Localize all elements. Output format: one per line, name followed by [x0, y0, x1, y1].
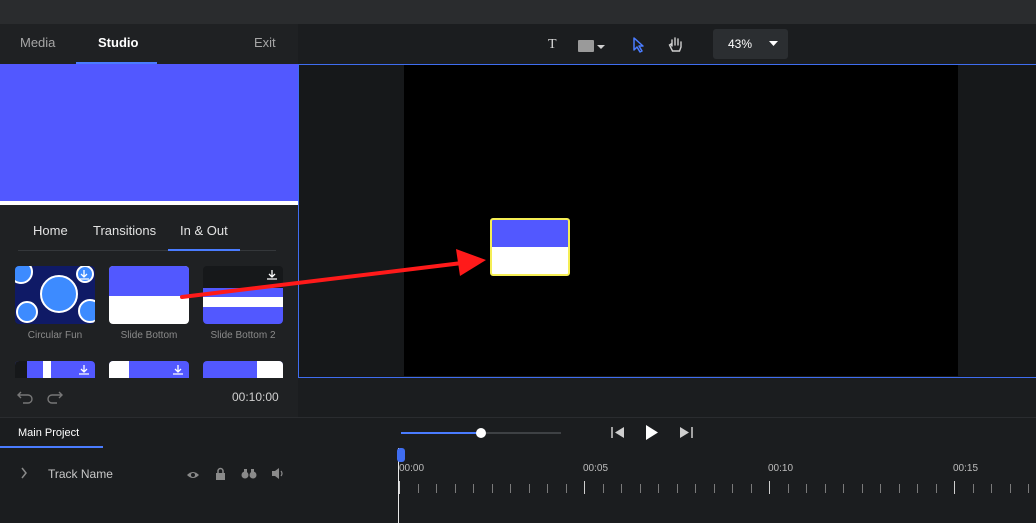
timeline-tick — [399, 481, 400, 494]
duration-readout: 00:10:00 — [232, 390, 279, 404]
playhead-handle[interactable] — [397, 448, 405, 462]
preset-label: Circular Fun — [27, 330, 83, 341]
timeline-tick — [732, 484, 733, 493]
timeline-tick — [640, 484, 641, 493]
preset-preview — [0, 64, 298, 201]
timeline-ruler[interactable] — [398, 452, 1036, 523]
tab-main-project[interactable]: Main Project — [18, 427, 79, 439]
undo-icon[interactable] — [16, 388, 34, 404]
timeline-tick — [1010, 484, 1011, 493]
select-pointer-icon[interactable] — [632, 37, 646, 53]
exit-button[interactable]: Exit — [254, 35, 276, 50]
preset-item[interactable] — [15, 361, 95, 378]
preset-label: Slide Bottom — [120, 330, 178, 341]
timeline-tick — [899, 484, 900, 493]
preset-label: Slide Bottom 2 — [210, 330, 276, 341]
download-icon[interactable] — [77, 268, 91, 282]
zoom-value: 43% — [728, 37, 753, 51]
timeline-tick — [418, 484, 419, 493]
preset-item[interactable] — [203, 361, 283, 378]
binoculars-icon[interactable] — [241, 468, 257, 479]
tab-media[interactable]: Media — [20, 35, 55, 50]
caret-down-icon — [597, 45, 605, 49]
time-marker: 00:10 — [768, 463, 794, 474]
preset-circular-fun[interactable] — [15, 266, 95, 324]
timeline-tick — [751, 484, 752, 493]
rectangle-icon — [578, 40, 594, 52]
track-name[interactable]: Track Name — [48, 467, 113, 481]
timeline-tick — [584, 481, 585, 494]
subtab-active-indicator — [168, 249, 240, 251]
timeline-tick — [954, 481, 955, 494]
timeline-tick — [455, 484, 456, 493]
eye-icon[interactable] — [186, 470, 200, 480]
timeline-tick — [695, 484, 696, 493]
timeline-tick — [492, 484, 493, 493]
window-top-strip — [0, 0, 1036, 24]
subtab-in-out[interactable]: In & Out — [180, 223, 228, 238]
tab-studio[interactable]: Studio — [98, 35, 138, 50]
subtab-home[interactable]: Home — [33, 223, 68, 238]
timeline-tick — [529, 484, 530, 493]
lock-icon[interactable] — [215, 467, 226, 480]
preset-slide-bottom-2[interactable] — [203, 266, 283, 324]
timeline-tick — [510, 484, 511, 493]
timeline-tick — [843, 484, 844, 493]
download-icon[interactable] — [171, 363, 185, 377]
timeline-tick — [917, 484, 918, 493]
layer-top-band — [492, 220, 568, 247]
timeline-tick — [436, 484, 437, 493]
timeline-tick — [473, 484, 474, 493]
subtab-transitions[interactable]: Transitions — [93, 223, 156, 238]
time-marker: 00:00 — [399, 463, 425, 474]
skip-back-icon[interactable] — [611, 426, 625, 439]
canvas-toolbar — [298, 24, 1036, 64]
timeline-tick — [806, 484, 807, 493]
time-marker: 00:15 — [953, 463, 979, 474]
chevron-down-icon — [769, 41, 778, 46]
panel-divider — [0, 417, 1036, 418]
download-icon[interactable] — [265, 268, 279, 282]
timeline-tick — [714, 484, 715, 493]
timeline-tick — [603, 484, 604, 493]
timeline-tick — [769, 481, 770, 494]
redo-icon[interactable] — [46, 388, 64, 404]
timeline-tick — [658, 484, 659, 493]
timeline-tick — [677, 484, 678, 493]
time-marker: 00:05 — [583, 463, 609, 474]
timeline-tick — [547, 484, 548, 493]
play-icon[interactable] — [645, 424, 659, 441]
download-icon[interactable] — [77, 363, 91, 377]
skip-forward-icon[interactable] — [679, 426, 693, 439]
timeline-tick — [566, 484, 567, 493]
timeline-tick — [936, 484, 937, 493]
preset-preview-bottom — [0, 201, 298, 205]
text-tool-icon[interactable]: T — [548, 37, 557, 53]
selected-layer[interactable] — [490, 218, 570, 276]
timeline-tick — [973, 484, 974, 493]
scrubber-handle[interactable] — [476, 428, 486, 438]
timeline-tick — [621, 484, 622, 493]
preset-item[interactable] — [109, 361, 189, 378]
preset-slide-bottom[interactable] — [109, 266, 189, 324]
timeline-tick — [788, 484, 789, 493]
chevron-right-icon[interactable] — [20, 467, 28, 479]
project-tab-indicator — [0, 446, 103, 448]
timeline-tick — [825, 484, 826, 493]
hand-tool-icon[interactable] — [668, 36, 684, 54]
timeline-tick — [991, 484, 992, 493]
video-stage[interactable] — [404, 65, 958, 376]
playback-scrubber[interactable] — [401, 428, 561, 438]
volume-icon[interactable] — [271, 467, 286, 480]
scrubber-fill — [401, 432, 481, 434]
timeline-tick — [1028, 484, 1029, 493]
timeline-tick — [862, 484, 863, 493]
timeline-tick — [880, 484, 881, 493]
